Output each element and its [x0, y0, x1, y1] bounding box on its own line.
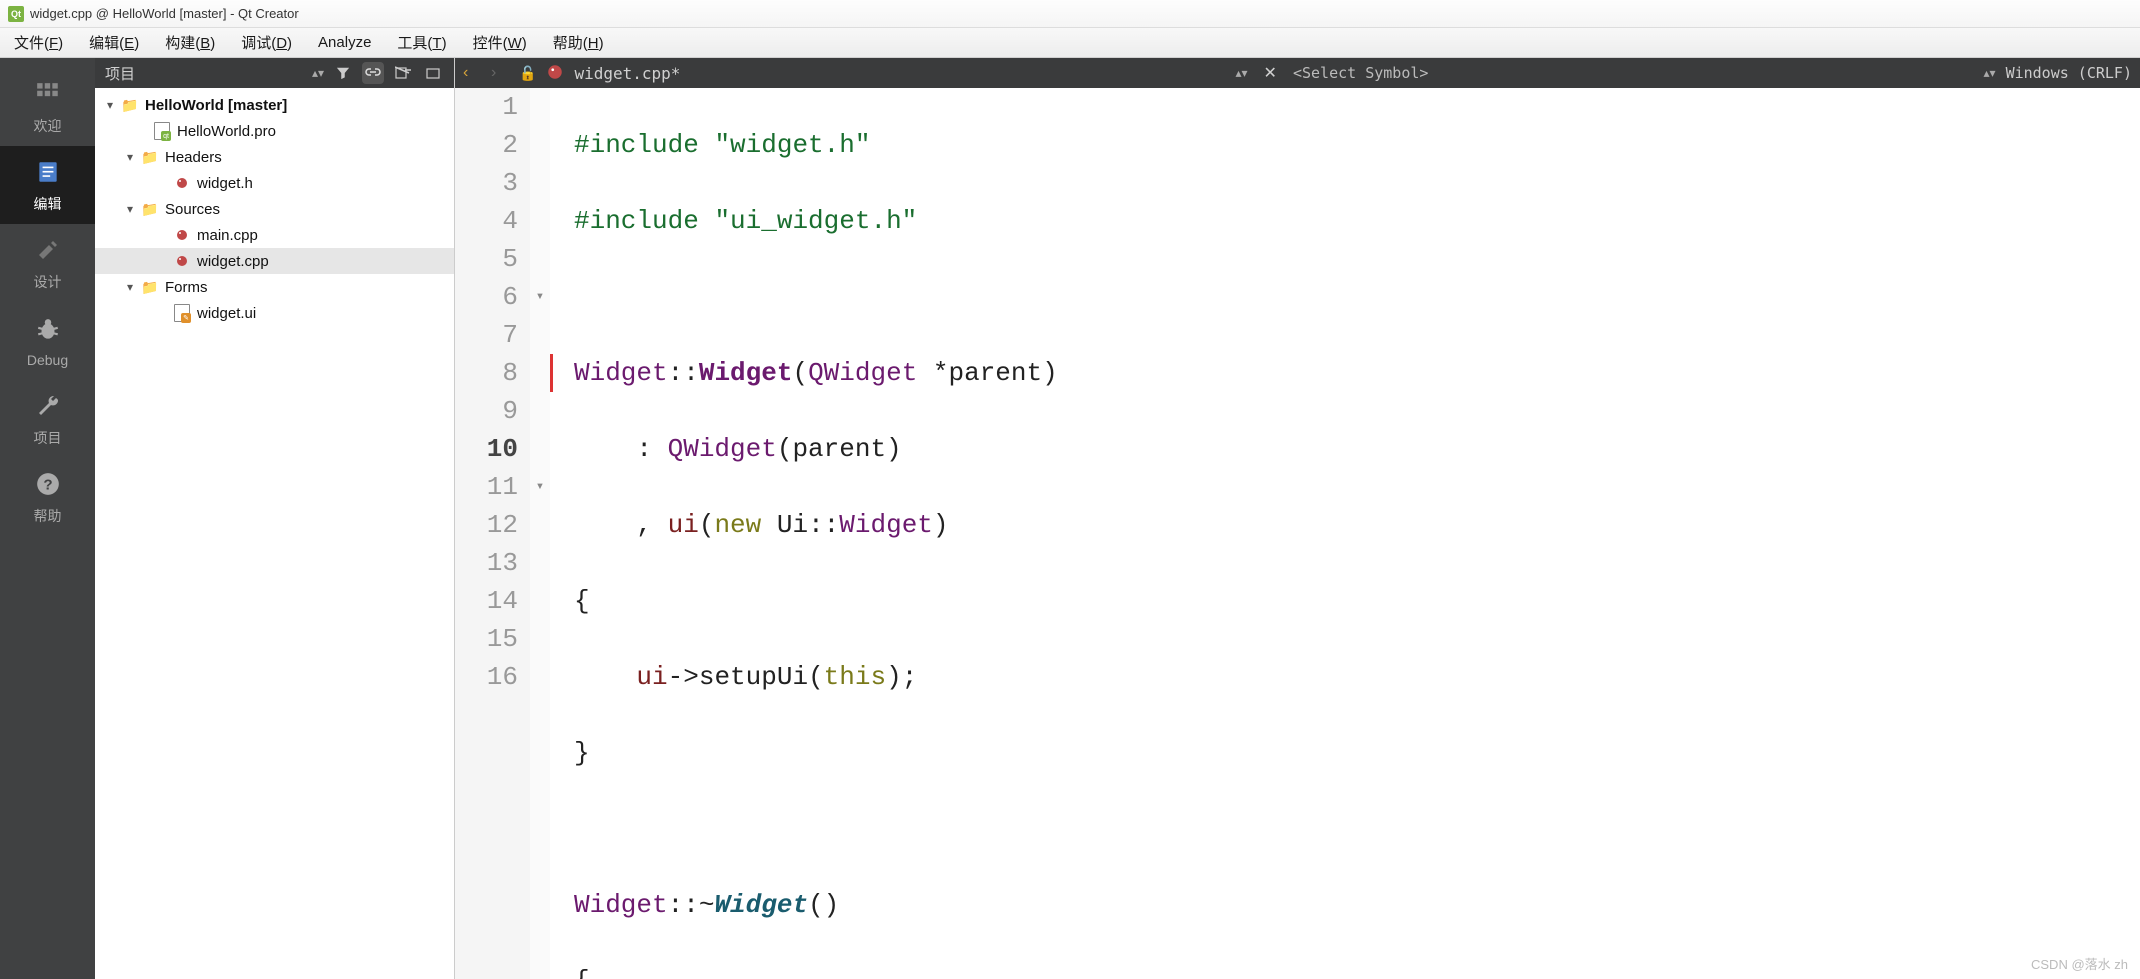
nav-forward-icon[interactable]: › [491, 64, 509, 82]
tree-file-pro[interactable]: qt HelloWorld.pro [95, 118, 454, 144]
project-tree[interactable]: ▾ 📁 HelloWorld [master] qt HelloWorld.pr… [95, 88, 454, 979]
folder-icon: 📁 [141, 200, 159, 218]
line-ending-label[interactable]: Windows (CRLF) [2006, 64, 2132, 82]
tree-file-main-cpp[interactable]: main.cpp [95, 222, 454, 248]
filename-label[interactable]: widget.cpp* [574, 64, 680, 83]
tree-folder-headers[interactable]: ▾ 📁 Headers [95, 144, 454, 170]
project-panel-header: 项目 ▴▾ [95, 58, 454, 88]
tree-label: HelloWorld [master] [143, 97, 287, 114]
ui-file-icon: ✎ [173, 304, 191, 322]
tree-label: Forms [163, 279, 208, 296]
expand-toggle-icon[interactable]: ▾ [103, 98, 117, 112]
link-icon[interactable] [362, 62, 384, 84]
svg-text:?: ? [43, 476, 52, 493]
folder-icon: 📁 [141, 148, 159, 166]
window-title: widget.cpp @ HelloWorld [master] - Qt Cr… [30, 6, 299, 21]
mode-help[interactable]: ? 帮助 [0, 458, 95, 536]
line-number-gutter: 12345678910111213141516 [455, 88, 530, 979]
menu-widgets[interactable]: 控件(W) [469, 30, 531, 55]
mode-label: 帮助 [34, 506, 62, 526]
menu-build[interactable]: 构建(B) [161, 30, 219, 55]
folder-icon: 📁 [141, 278, 159, 296]
tree-folder-forms[interactable]: ▾ 📁 Forms [95, 274, 454, 300]
app-icon: Qt [8, 6, 24, 22]
tree-label: Sources [163, 201, 220, 218]
mode-label: 设计 [34, 272, 62, 292]
bug-icon [32, 314, 64, 346]
code-editor[interactable]: 12345678910111213141516 ▾ ▾ #include "wi… [455, 88, 2140, 979]
tree-folder-sources[interactable]: ▾ 📁 Sources [95, 196, 454, 222]
close-file-icon[interactable]: ✕ [1258, 63, 1283, 83]
nav-back-icon[interactable]: ‹ [463, 64, 481, 82]
tree-file-widget-cpp[interactable]: widget.cpp [95, 248, 454, 274]
editor-toolbar: ‹ › 🔓 widget.cpp* ▴▾ ✕ <Select Symbol> ▴… [455, 58, 2140, 88]
symbol-dropdown-icon[interactable]: ▴▾ [1984, 66, 1996, 80]
menu-debug[interactable]: 调试(D) [237, 30, 296, 55]
fold-gutter[interactable]: ▾ ▾ [530, 88, 550, 979]
vcs-modified-icon [173, 226, 191, 244]
menu-tools[interactable]: 工具(T) [393, 30, 450, 55]
mode-label: 欢迎 [34, 116, 62, 136]
lock-icon[interactable]: 🔓 [519, 65, 536, 82]
vcs-modified-icon [173, 252, 191, 270]
tree-root[interactable]: ▾ 📁 HelloWorld [master] [95, 92, 454, 118]
menu-edit[interactable]: 编辑(E) [85, 30, 143, 55]
mode-label: 项目 [34, 428, 62, 448]
mode-label: 编辑 [34, 194, 62, 214]
tree-label: HelloWorld.pro [175, 123, 276, 140]
mode-project[interactable]: 项目 [0, 380, 95, 458]
menu-file[interactable]: 文件(F) [10, 30, 67, 55]
view-select-icon[interactable]: ▴▾ [312, 66, 324, 80]
menubar: 文件(F) 编辑(E) 构建(B) 调试(D) Analyze 工具(T) 控件… [0, 28, 2140, 58]
tree-label: Headers [163, 149, 222, 166]
tree-label: widget.ui [195, 305, 256, 322]
file-status-icon [546, 63, 564, 84]
tree-file-widget-ui[interactable]: ✎ widget.ui [95, 300, 454, 326]
expand-toggle-icon[interactable]: ▾ [123, 150, 137, 164]
vcs-modified-icon [173, 174, 191, 192]
tree-label: widget.cpp [195, 253, 269, 270]
menu-help[interactable]: 帮助(H) [549, 30, 608, 55]
question-icon: ? [32, 468, 64, 500]
pencil-icon [32, 234, 64, 266]
grid-icon [32, 78, 64, 110]
tree-label: widget.h [195, 175, 253, 192]
titlebar: Qt widget.cpp @ HelloWorld [master] - Qt… [0, 0, 2140, 28]
editor-area: ‹ › 🔓 widget.cpp* ▴▾ ✕ <Select Symbol> ▴… [455, 58, 2140, 979]
add-split-icon[interactable] [392, 62, 414, 84]
document-icon [32, 156, 64, 188]
symbol-selector[interactable]: <Select Symbol> [1293, 64, 1428, 82]
collapse-icon[interactable] [422, 62, 444, 84]
folder-icon: 📁 [121, 96, 139, 114]
expand-toggle-icon[interactable]: ▾ [123, 202, 137, 216]
code-text[interactable]: #include "widget.h" #include "ui_widget.… [556, 88, 2140, 979]
change-mark-gutter [550, 88, 556, 979]
mode-debug[interactable]: Debug [0, 302, 95, 380]
filter-icon[interactable] [332, 62, 354, 84]
tree-file-widget-h[interactable]: widget.h [95, 170, 454, 196]
tree-label: main.cpp [195, 227, 258, 244]
pro-file-icon: qt [153, 122, 171, 140]
project-panel: 项目 ▴▾ ▾ 📁 HelloWorld [master] qt HelloWo… [95, 58, 455, 979]
mode-sidebar: 欢迎 编辑 设计 Debug 项目 ? [0, 58, 95, 979]
file-dropdown-icon[interactable]: ▴▾ [1236, 66, 1248, 80]
project-panel-title: 项目 [105, 63, 304, 84]
mode-label: Debug [27, 352, 68, 368]
mode-design[interactable]: 设计 [0, 224, 95, 302]
wrench-icon [32, 390, 64, 422]
expand-toggle-icon[interactable]: ▾ [123, 280, 137, 294]
mode-welcome[interactable]: 欢迎 [0, 68, 95, 146]
menu-analyze[interactable]: Analyze [314, 32, 375, 53]
mode-edit[interactable]: 编辑 [0, 146, 95, 224]
